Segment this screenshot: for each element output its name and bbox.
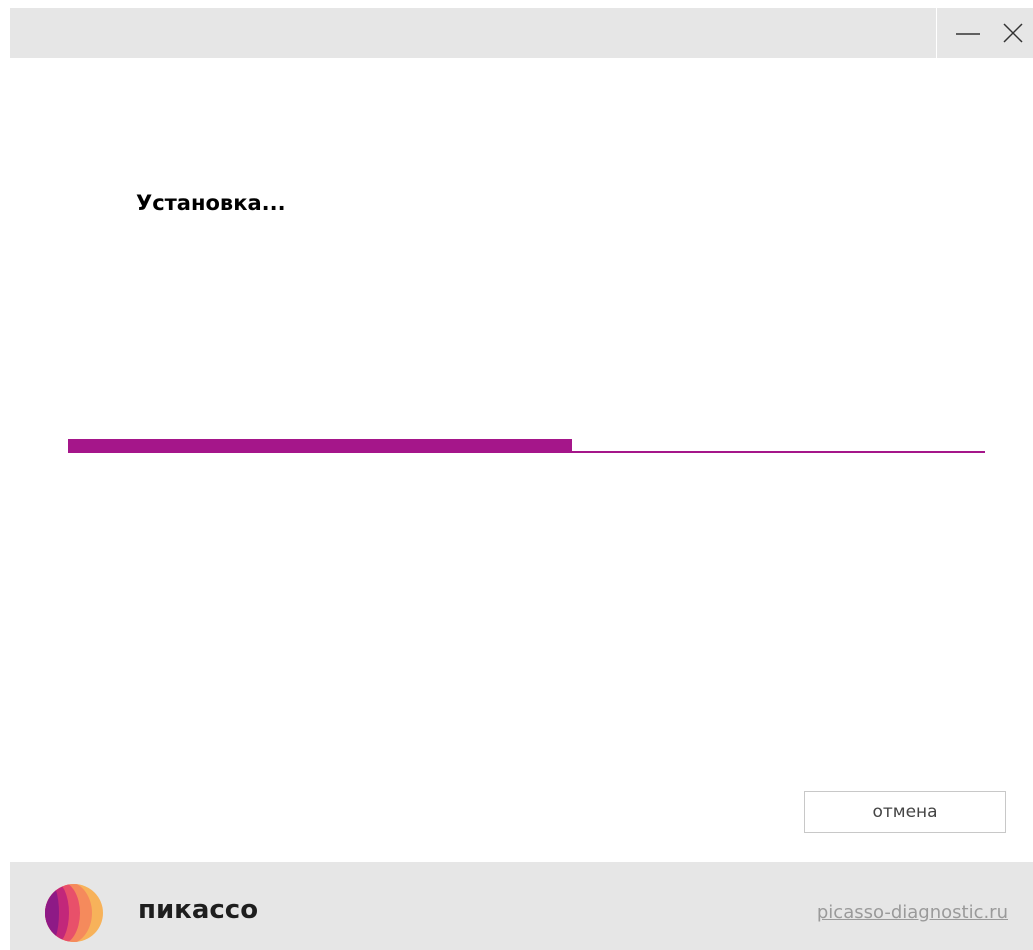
brand-name: пикассо bbox=[138, 895, 259, 925]
progress-bar-fill bbox=[68, 439, 572, 453]
picasso-logo-icon bbox=[45, 884, 103, 942]
cancel-button[interactable]: отмена bbox=[804, 791, 1006, 833]
installer-window: Установка... отмена пикассо picasso-diag… bbox=[10, 8, 1033, 950]
minimize-icon bbox=[956, 33, 980, 35]
website-link[interactable]: picasso-diagnostic.ru bbox=[817, 902, 1008, 923]
close-button[interactable] bbox=[1000, 8, 1033, 58]
footer: пикассо picasso-diagnostic.ru bbox=[10, 862, 1033, 950]
title-bar bbox=[10, 8, 1033, 58]
titlebar-separator bbox=[936, 8, 937, 58]
minimize-button[interactable] bbox=[950, 8, 994, 58]
page-title: Установка... bbox=[136, 191, 286, 215]
close-icon bbox=[1003, 23, 1023, 43]
